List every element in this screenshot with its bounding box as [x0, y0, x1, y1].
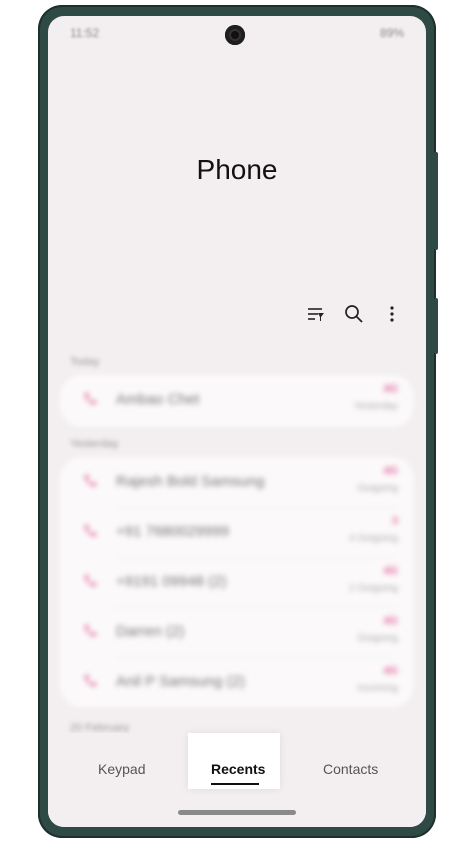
status-battery: 89% [379, 26, 404, 40]
call-detail: Incoming [357, 683, 398, 694]
call-badge: 4G [383, 565, 398, 577]
call-log-icon [84, 575, 96, 587]
filter-icon[interactable] [304, 302, 328, 326]
list-item[interactable]: Ambao Chet 4G Yesterday [60, 375, 414, 425]
caller-name: Anil P Samsung (2) [116, 673, 245, 690]
call-badge: 4G [383, 383, 398, 395]
call-log-icon [84, 475, 96, 487]
section-header-yesterday: Yesterday [70, 438, 119, 450]
bottom-nav: Keypad Recents Contacts [48, 733, 426, 827]
call-log-icon [84, 525, 96, 537]
call-badge: 4G [383, 615, 398, 627]
call-detail: Yesterday [353, 401, 398, 412]
active-tab-indicator [211, 783, 259, 785]
call-detail: Outgoing [357, 483, 398, 494]
list-item[interactable]: +9191 09948 (2) 4G 2 Outgoing [60, 557, 414, 607]
tab-keypad[interactable]: Keypad [98, 761, 145, 777]
call-log-icon [84, 675, 96, 687]
phone-screen: 11:52 89% Phone Today Ambao Chet 4G Yest… [48, 16, 426, 827]
caller-name: Ambao Chet [116, 391, 200, 408]
tab-recents[interactable]: Recents [211, 761, 265, 777]
list-item[interactable]: +91 7680029999 3 4 Outgoing [60, 507, 414, 557]
list-item[interactable]: Rajesh Bold Samsung 4G Outgoing [60, 457, 414, 507]
search-icon[interactable] [342, 302, 366, 326]
more-vert-icon[interactable] [380, 302, 404, 326]
call-detail: 2 Outgoing [349, 583, 398, 594]
caller-name: Darren (2) [116, 623, 185, 640]
call-badge: 4G [383, 465, 398, 477]
caller-name: Rajesh Bold Samsung [116, 473, 265, 490]
status-time: 11:52 [70, 26, 100, 40]
call-detail: Outgoing [357, 633, 398, 644]
power-button [434, 298, 438, 354]
list-item[interactable]: Anil P Samsung (2) 4G Incoming [60, 657, 414, 707]
recents-card-yesterday: Rajesh Bold Samsung 4G Outgoing +91 7680… [60, 457, 414, 707]
call-badge: 3 [391, 515, 398, 527]
call-badge: 4G [383, 665, 398, 677]
recents-card-today: Ambao Chet 4G Yesterday [60, 375, 414, 427]
caller-name: +91 7680029999 [116, 523, 230, 540]
call-log-icon [84, 625, 96, 637]
section-header-today: Today [70, 356, 100, 368]
caller-name: +9191 09948 (2) [116, 573, 227, 590]
list-item[interactable]: Darren (2) 4G Outgoing [60, 607, 414, 657]
toolbar [304, 300, 404, 328]
volume-button [434, 152, 438, 250]
call-log-icon [84, 393, 96, 405]
tab-contacts[interactable]: Contacts [323, 761, 378, 777]
call-detail: 4 Outgoing [349, 533, 398, 544]
home-indicator[interactable] [178, 810, 296, 815]
page-title: Phone [196, 154, 278, 185]
front-camera [225, 25, 245, 45]
